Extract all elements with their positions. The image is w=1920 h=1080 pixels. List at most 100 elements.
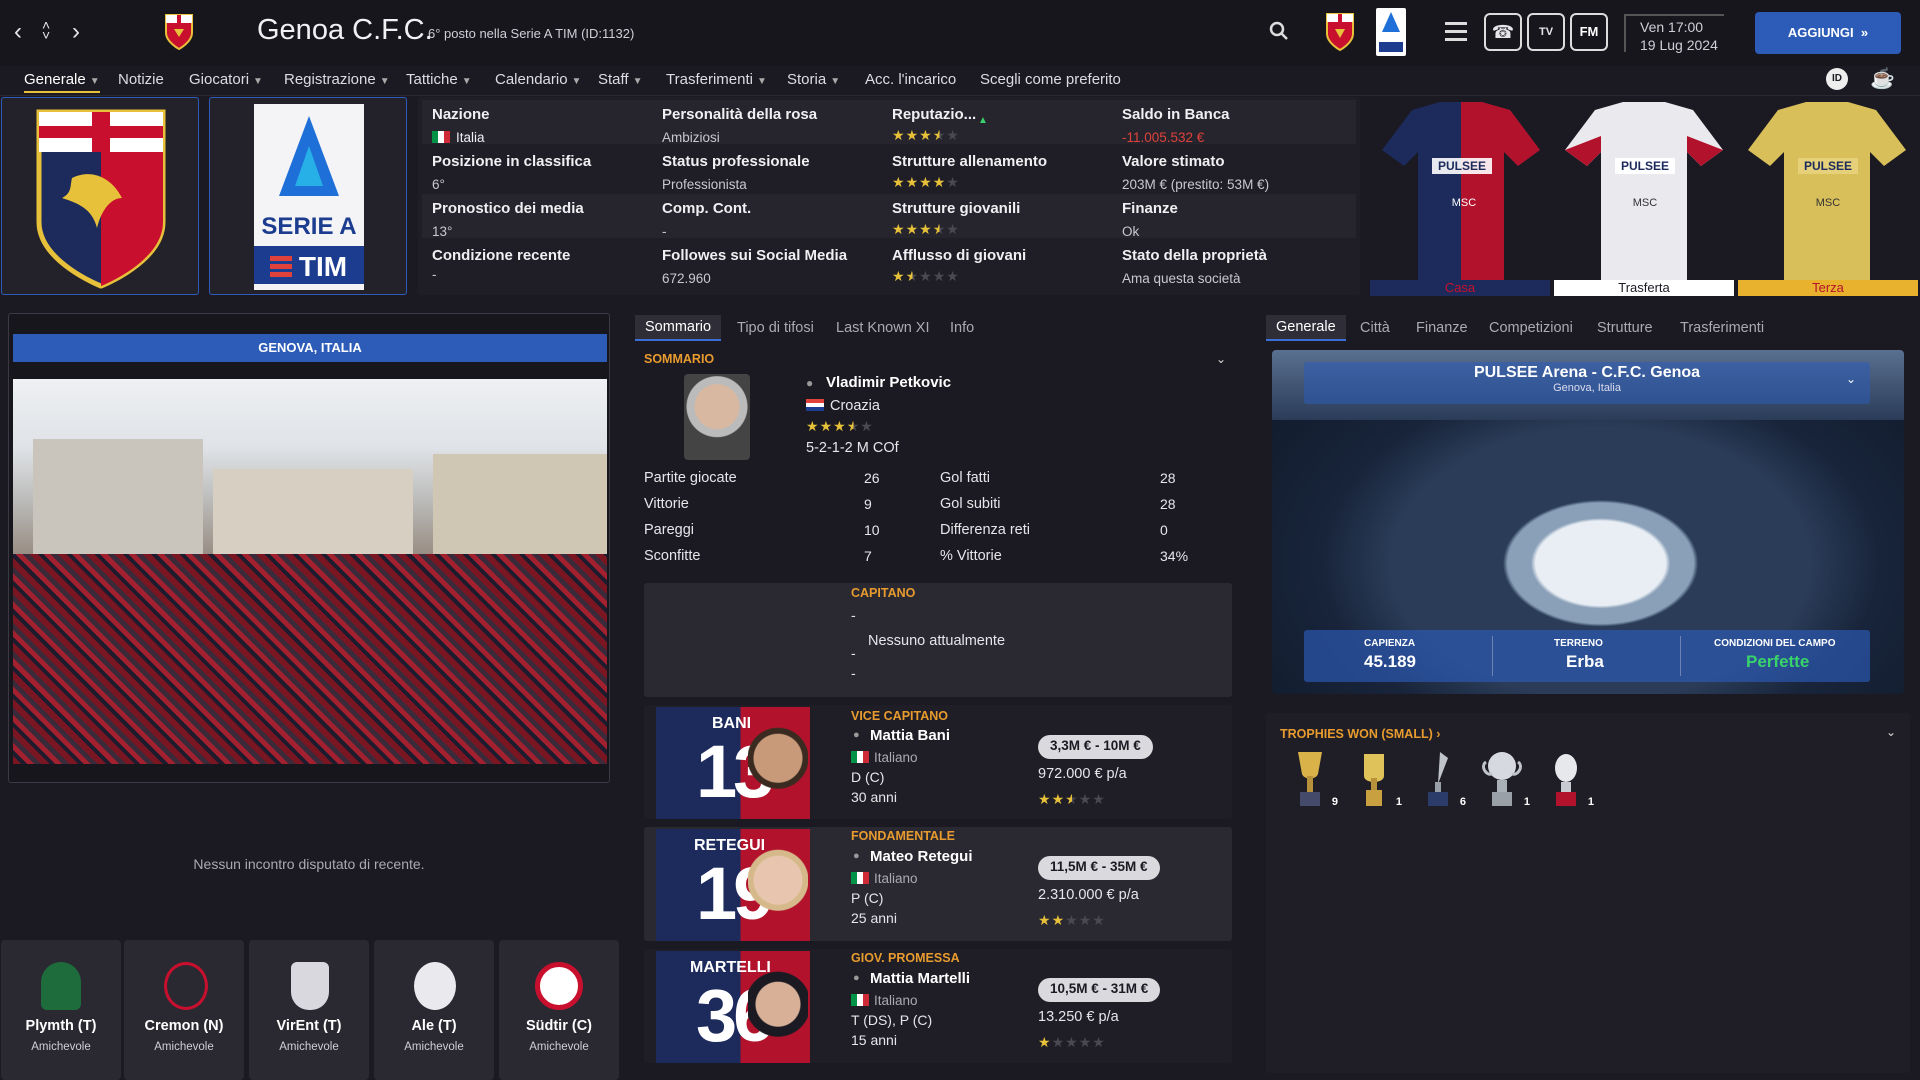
nav-trasferimenti[interactable]: Trasferimenti ▼ <box>666 71 767 88</box>
fixture-card[interactable]: Südtir (C) Amichevole <box>499 940 619 1080</box>
coffee-icon[interactable]: ☕ <box>1870 66 1895 91</box>
player-card-key-player[interactable]: RETEGUI 19 FONDAMENTALE ● Mateo Retegui … <box>644 827 1232 941</box>
collapse-icon[interactable]: ⌄ <box>1216 352 1226 366</box>
tab-generale[interactable]: Generale <box>1266 315 1346 341</box>
trophies-header[interactable]: TROPHIES WON (SMALL) › <box>1280 727 1440 741</box>
back-icon[interactable]: ‹ <box>14 18 22 46</box>
star-full-icon: ★ <box>1051 791 1066 807</box>
nav-scegli-preferito[interactable]: Scegli come preferito <box>980 71 1121 88</box>
tab-strutture[interactable]: Strutture <box>1597 320 1653 336</box>
nazione-value[interactable]: Italia <box>456 130 485 145</box>
fixture-card[interactable]: VirEnt (T) Amichevole <box>249 940 369 1080</box>
league-logo-top[interactable] <box>1376 8 1406 56</box>
kit-label-away[interactable]: Trasferta <box>1554 280 1734 296</box>
star-half-icon: ★ <box>932 127 947 143</box>
strutture-giovanili-stars: ★★★★★ <box>892 221 960 238</box>
star-empty-icon: ★ <box>1078 912 1093 928</box>
trophy-icon[interactable]: 6 <box>1418 748 1466 810</box>
player-name[interactable]: Mattia Martelli <box>870 970 970 987</box>
id-icon[interactable]: ID <box>1826 68 1848 90</box>
star-empty-icon: ★ <box>946 268 960 284</box>
nav-calendario[interactable]: Calendario ▼ <box>495 71 581 88</box>
home-kit[interactable]: PULSEE MSC <box>1372 96 1550 291</box>
star-empty-icon: ★ <box>1051 1034 1066 1050</box>
chevron-down-icon[interactable]: ⌄ <box>1846 372 1856 386</box>
pronostico-value: 13° <box>432 224 453 239</box>
tab-info[interactable]: Info <box>950 320 974 336</box>
search-icon[interactable] <box>1268 20 1290 42</box>
nav-generale[interactable]: Generale ▼ <box>24 71 100 93</box>
star-half-icon: ★ <box>932 221 947 237</box>
city-title: GENOVA, ITALIA <box>13 334 607 362</box>
player-card-vice-captain[interactable]: BANI 13 VICE CAPITANO ● Mattia Bani Ital… <box>644 705 1232 819</box>
tv-icon[interactable]: TV <box>1527 13 1565 51</box>
tab-citta[interactable]: Città <box>1360 320 1390 336</box>
history-icon[interactable]: ˄ ˅ <box>42 18 50 42</box>
stats-table: Partite giocate 26 Gol fatti 28 Vittorie… <box>640 464 1234 568</box>
fm-button[interactable]: FM <box>1570 13 1608 51</box>
plymouth-badge-icon <box>41 962 81 1010</box>
captain-value: Nessuno attualmente <box>868 633 1006 649</box>
nav-notizie[interactable]: Notizie <box>118 71 164 88</box>
italy-flag-icon <box>432 131 450 143</box>
date-time[interactable]: Ven 17:00 19 Lug 2024 <box>1624 14 1724 53</box>
away-kit[interactable]: PULSEE MSC <box>1555 96 1733 291</box>
recent-match-empty: Nessun incontro disputato di recente. <box>193 856 425 872</box>
club-badge-small[interactable] <box>164 13 194 51</box>
nav-accetta-incarico[interactable]: Acc. l'incarico <box>865 71 956 88</box>
player-name[interactable]: Mateo Retegui <box>870 848 973 865</box>
star-full-icon: ★ <box>1038 1034 1052 1050</box>
player-name[interactable]: Mattia Bani <box>870 727 950 744</box>
tab-sommario[interactable]: Sommario <box>635 315 722 341</box>
club-badge-top[interactable] <box>1325 12 1355 52</box>
nav-staff[interactable]: Staff ▼ <box>598 71 643 88</box>
fixture-card[interactable]: Cremon (N) Amichevole <box>124 940 244 1080</box>
finanze-value: Ok <box>1122 224 1140 239</box>
value-badge[interactable]: 10,5M € - 31M € <box>1038 978 1161 1002</box>
star-empty-icon: ★ <box>919 268 933 284</box>
fixture-card[interactable]: Plymth (T) Amichevole <box>1 940 121 1080</box>
date-day: Ven 17:00 <box>1640 19 1704 35</box>
tab-finanze[interactable]: Finanze <box>1416 320 1468 336</box>
star-full-icon: ★ <box>1038 912 1052 928</box>
person-icon: ● <box>853 850 860 862</box>
tab-competizioni[interactable]: Competizioni <box>1489 320 1573 336</box>
person-icon: ● <box>853 729 860 741</box>
tab-last-known-xi[interactable]: Last Known XI <box>836 320 930 336</box>
third-kit[interactable]: PULSEE MSC <box>1738 96 1916 291</box>
star-full-icon: ★ <box>919 127 933 143</box>
tab-trasferimenti[interactable]: Trasferimenti <box>1680 320 1764 336</box>
kit-label-third[interactable]: Terza <box>1738 280 1918 296</box>
svg-text:PULSEE: PULSEE <box>1621 159 1669 173</box>
nav-registrazione[interactable]: Registrazione ▼ <box>284 71 390 88</box>
fixture-card[interactable]: Ale (T) Amichevole <box>374 940 494 1080</box>
manager-photo[interactable] <box>684 374 750 460</box>
nav-giocatori[interactable]: Giocatori ▼ <box>189 71 263 88</box>
virtus-entella-badge-icon <box>291 962 329 1010</box>
nazione-label: Nazione <box>432 106 490 123</box>
saldo-value[interactable]: -11.005.532 € <box>1122 130 1204 145</box>
star-empty-icon: ★ <box>1092 791 1106 807</box>
nav-tattiche[interactable]: Tattiche ▼ <box>406 71 472 88</box>
collapse-icon[interactable]: ⌄ <box>1886 725 1896 739</box>
value-badge[interactable]: 11,5M € - 35M € <box>1038 856 1160 880</box>
manager-name[interactable]: Vladimir Petkovic <box>826 374 951 391</box>
trophy-icon[interactable]: 1 <box>1546 748 1594 810</box>
world-icon[interactable]: ☎ <box>1484 13 1522 51</box>
value-badge[interactable]: 3,3M € - 10M € <box>1038 735 1153 759</box>
afflusso-stars: ★★★★★ <box>892 268 960 285</box>
menu-icon[interactable] <box>1445 22 1467 42</box>
club-subtitle: 6° posto nella Serie A TIM (ID:1132) <box>428 26 635 41</box>
stadium-panel[interactable]: PULSEE Arena - C.F.C. Genoa Genova, Ital… <box>1272 350 1904 694</box>
kit-label-home[interactable]: Casa <box>1370 280 1550 296</box>
trophy-icon[interactable]: 1 <box>1354 748 1402 810</box>
player-card-young-prospect[interactable]: MARTELLI 36 GIOV. PROMESSA ● Mattia Mart… <box>644 949 1232 1063</box>
trophy-icon[interactable]: 9 <box>1290 748 1338 810</box>
forward-icon[interactable]: › <box>72 18 80 46</box>
nav-storia[interactable]: Storia ▼ <box>787 71 840 88</box>
trophy-icon[interactable]: 1 <box>1482 748 1530 810</box>
star-empty-icon: ★ <box>946 221 960 237</box>
tab-tipo-di-tifosi[interactable]: Tipo di tifosi <box>737 320 814 336</box>
stat-label: Gol subiti <box>940 496 1001 512</box>
continue-button[interactable]: AGGIUNGI » <box>1755 12 1901 54</box>
